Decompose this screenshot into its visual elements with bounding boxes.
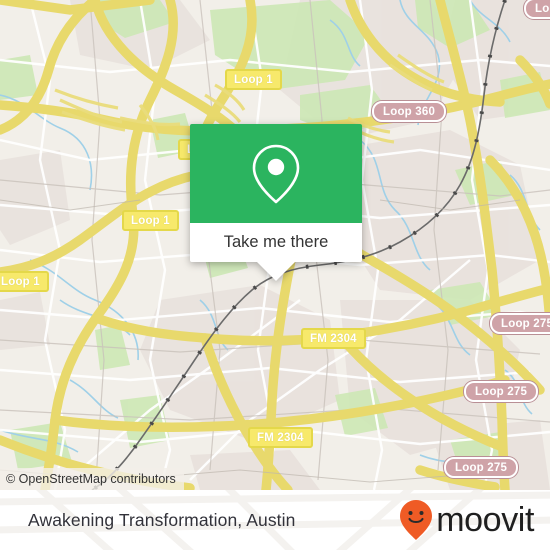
moovit-logo[interactable]: moovit — [399, 490, 534, 550]
location-callout-card[interactable]: Take me there — [190, 124, 362, 281]
map-canvas[interactable]: Loop 1 Loop 360 Loop Loop 1 L Loop 1 FM … — [0, 0, 550, 490]
callout-tail-pointer — [257, 262, 295, 281]
footer-bar: Awakening Transformation, Austin moovit — [0, 490, 550, 550]
moovit-pin-icon — [400, 500, 433, 540]
take-me-there-label: Take me there — [223, 233, 329, 251]
take-me-there-button[interactable]: Take me there — [190, 223, 362, 262]
callout-image-area — [190, 124, 362, 223]
place-name: Awakening Transformation, Austin — [28, 509, 296, 530]
moovit-wordmark: moovit — [436, 501, 534, 539]
map-attribution[interactable]: © OpenStreetMap contributors — [0, 468, 184, 490]
screenshot-root: Loop 1 Loop 360 Loop Loop 1 L Loop 1 FM … — [0, 0, 550, 550]
map-pin-icon — [252, 144, 300, 203]
